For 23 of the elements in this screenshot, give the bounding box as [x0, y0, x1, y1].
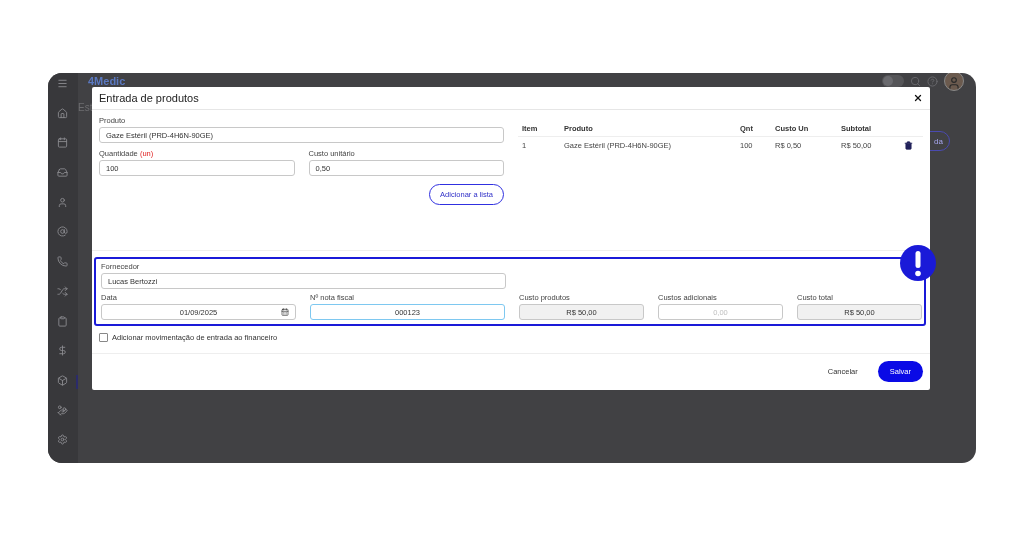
- trash-icon[interactable]: [904, 140, 913, 150]
- checkbox[interactable]: [99, 332, 108, 342]
- logo: 4Medic: [88, 75, 126, 87]
- user-icon: [56, 196, 68, 208]
- avatar[interactable]: [944, 73, 964, 91]
- close-button[interactable]: [913, 93, 923, 103]
- hand-coins-icon: [56, 404, 68, 416]
- box-icon: [56, 374, 68, 386]
- dollar-icon: [56, 345, 68, 357]
- settings-icon: [56, 434, 68, 446]
- search-icon[interactable]: [910, 75, 921, 87]
- calendar-icon[interactable]: [281, 308, 289, 316]
- menu-icon: [56, 78, 68, 89]
- home-icon: [56, 107, 68, 119]
- shuffle-icon: [56, 285, 68, 297]
- at-sign-icon: [56, 226, 68, 238]
- clipboard-icon: [56, 315, 68, 327]
- calendar-icon: [56, 137, 68, 149]
- phone-icon: [56, 256, 68, 268]
- theme-toggle[interactable]: [882, 75, 904, 87]
- inbox-icon: [56, 167, 68, 179]
- modal-title: Entrada de produtos: [99, 92, 199, 104]
- help-icon[interactable]: [927, 75, 938, 87]
